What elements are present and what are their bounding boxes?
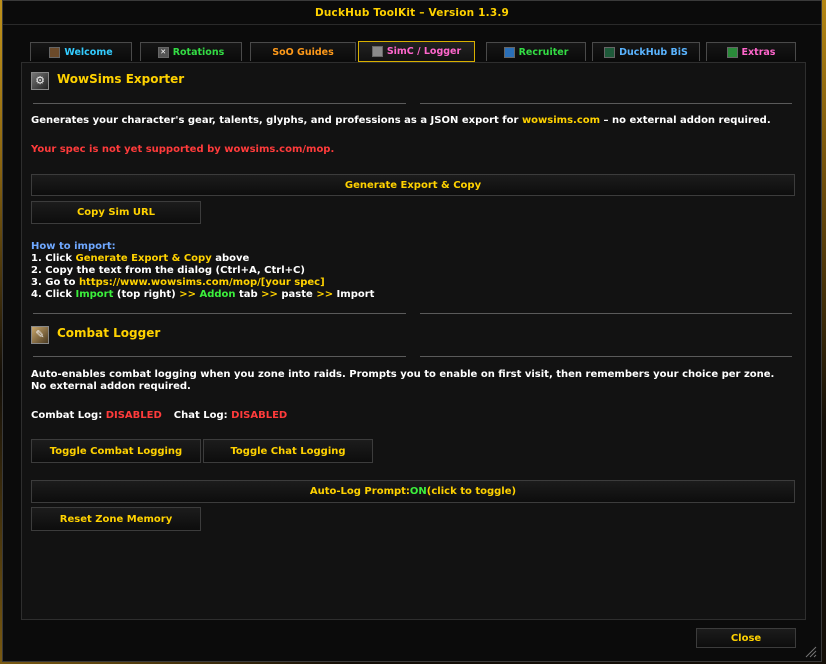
rotations-icon: ✕ [157, 46, 169, 58]
howto-step-2: 2. Copy the text from the dialog (Ctrl+A… [31, 265, 305, 276]
divider [33, 103, 406, 104]
tab-recruiter[interactable]: Recruiter [486, 42, 586, 61]
step-text: tab [235, 289, 262, 300]
simc-icon [371, 46, 383, 57]
auto-log-prompt-button[interactable]: Auto-Log Prompt: ON (click to toggle) [31, 480, 795, 503]
tab-label: Recruiter [518, 46, 569, 58]
divider [33, 356, 406, 357]
tab-label: Extras [741, 46, 776, 58]
tab-soo-guides[interactable]: SoO Guides [250, 42, 356, 61]
tab-label: Welcome [64, 46, 113, 58]
tab-label: Rotations [172, 46, 225, 58]
chat-log-label: Chat Log: [173, 410, 228, 421]
step-arrow: >> [261, 289, 278, 300]
step-text: 4. Click [31, 289, 76, 300]
step-highlight: https://www.wowsims.com/mop/[your spec] [78, 277, 325, 288]
combat-logger-description: Auto-enables combat logging when you zon… [31, 369, 775, 392]
tab-simc-logger[interactable]: SimC / Logger [358, 41, 475, 62]
step-arrow: >> [179, 289, 196, 300]
autolog-label: Auto-Log Prompt: [309, 486, 410, 497]
step-text: 1. Click [31, 253, 76, 264]
tab-label: DuckHub BiS [619, 46, 688, 58]
howto-step-1: 1. Click Generate Export & Copy above [31, 253, 249, 265]
exporter-description: Generates your character's gear, talents… [31, 115, 791, 127]
toggle-combat-logging-button[interactable]: Toggle Combat Logging [31, 439, 201, 463]
divider [420, 103, 792, 104]
tab-label: SimC / Logger [386, 46, 462, 57]
log-status-line: Combat Log: DISABLED Chat Log: DISABLED [31, 410, 287, 422]
step-text: 3. Go to [31, 277, 79, 288]
recruiter-icon [503, 46, 515, 58]
window-title: DuckHub ToolKit – Version 1.3.9 [314, 7, 510, 19]
autolog-status: ON [409, 486, 427, 497]
extras-icon [726, 46, 738, 58]
combat-logger-title: Combat Logger [57, 326, 161, 340]
spec-warning: Your spec is not yet supported by wowsim… [31, 144, 335, 155]
howto-step-4: 4. Click Import (top right) >> Addon tab… [31, 289, 374, 301]
divider [33, 313, 406, 314]
copy-sim-url-button[interactable]: Copy Sim URL [31, 201, 201, 224]
close-button[interactable]: Close [696, 628, 796, 648]
divider [420, 356, 792, 357]
exporter-icon: ⚙ [31, 72, 49, 90]
step-arrow: >> [316, 289, 334, 300]
tab-extras[interactable]: Extras [706, 42, 796, 61]
step-highlight: Import [75, 289, 114, 300]
desc-text: Generates your character's gear, talents… [31, 115, 522, 126]
divider [420, 313, 792, 314]
resize-grip-icon[interactable] [803, 644, 817, 658]
tab-rotations[interactable]: ✕ Rotations [140, 42, 242, 61]
step-highlight: Addon [195, 289, 236, 300]
exporter-title: WowSims Exporter [57, 72, 185, 86]
tab-duckhub-bis[interactable]: DuckHub BiS [592, 42, 700, 61]
step-text: (top right) [113, 289, 180, 300]
step-text: Import [333, 289, 375, 300]
welcome-icon [49, 46, 61, 58]
wowsims-link: wowsims.com [521, 115, 601, 126]
step-text: above [211, 253, 250, 264]
desc-text: – no external addon required. [600, 115, 771, 126]
title-divider [3, 24, 821, 25]
step-highlight: Generate Export & Copy [75, 253, 212, 264]
howto-step-3: 3. Go to https://www.wowsims.com/mop/[yo… [31, 277, 325, 289]
generate-export-button[interactable]: Generate Export & Copy [31, 174, 795, 196]
autolog-hint: (click to toggle) [426, 486, 517, 497]
combat-log-status: DISABLED [105, 410, 162, 421]
step-text: paste [277, 289, 317, 300]
toggle-chat-logging-button[interactable]: Toggle Chat Logging [203, 439, 373, 463]
tab-label: SoO Guides [272, 46, 334, 58]
combat-logger-icon: ✎ [31, 326, 49, 344]
combat-log-label: Combat Log: [31, 410, 103, 421]
tab-welcome[interactable]: Welcome [30, 42, 132, 61]
chat-log-status: DISABLED [231, 410, 288, 421]
reset-zone-memory-button[interactable]: Reset Zone Memory [31, 507, 201, 531]
bis-icon [604, 46, 616, 58]
howto-heading: How to import: [31, 241, 116, 252]
